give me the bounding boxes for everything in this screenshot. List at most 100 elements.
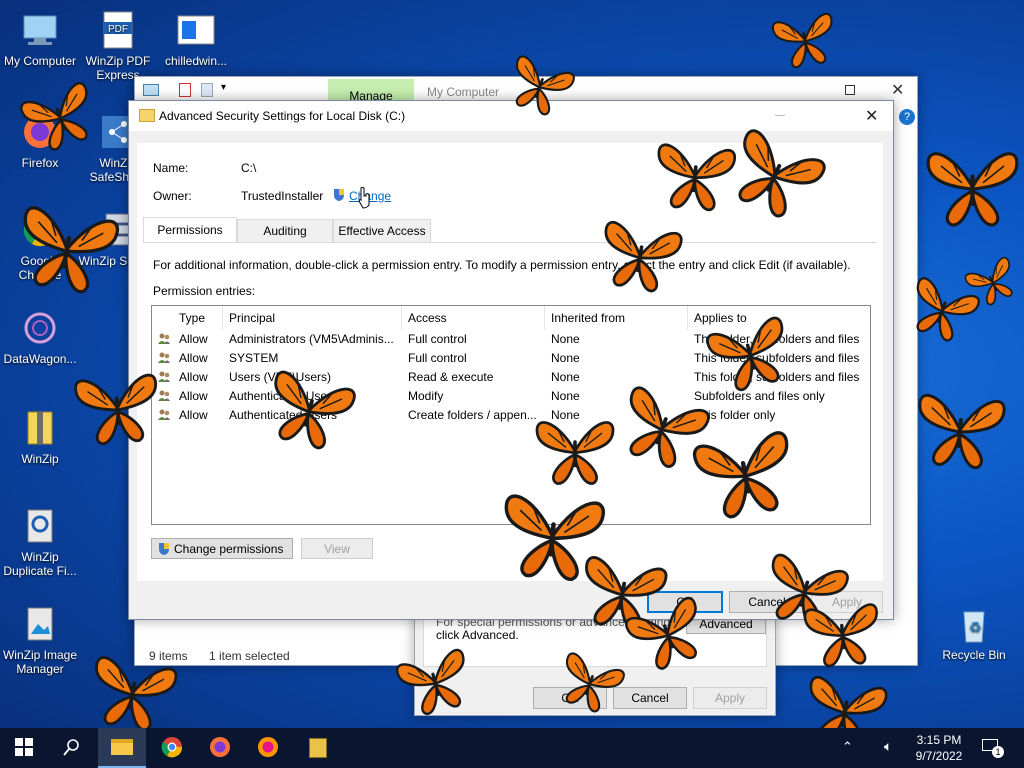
taskbar: ⌃ 🔈︎ 3:15 PM 9/7/2022 1 [0,728,1024,768]
notification-badge: 1 [992,746,1004,758]
new-folder-icon[interactable] [201,83,213,97]
help-icon[interactable]: ? [899,109,915,125]
datawagon-icon [20,308,60,348]
svg-text:PDF: PDF [108,24,128,35]
tab-auditing[interactable]: Auditing [237,219,333,242]
cell-applies: This folder, subfolders and files [694,351,860,365]
info-text: For additional information, double-click… [153,258,851,272]
butterfly-image [920,145,1024,229]
taskbar-chrome[interactable] [148,728,196,768]
chevron-up-icon[interactable]: ⌃ [842,739,853,755]
change-permissions-button[interactable]: Change permissions [151,538,293,559]
search-button[interactable] [48,728,96,768]
desktop-icon-my-computer[interactable]: My Computer [0,10,80,68]
butterfly-image [907,386,1014,474]
clock-time: 3:15 PM [916,733,962,747]
properties-cancel-button[interactable]: Cancel [613,687,687,709]
search-icon [63,738,81,759]
entries-label: Permission entries: [153,284,256,298]
maximize-icon[interactable] [845,85,855,95]
desktop-icon-winzip-image-manager[interactable]: WinZip Image Manager [0,604,80,676]
app-icon [309,738,327,758]
start-button[interactable] [0,728,48,768]
mouse-cursor-icon [357,187,373,212]
table-row[interactable]: Allow Administrators (VM5\Adminis... Full … [152,330,870,349]
users-icon [157,352,171,364]
winzip-icon [20,408,60,448]
cell-inherited: None [551,370,580,384]
taskbar-firefox-2[interactable] [244,728,292,768]
desktop-icon-firefox[interactable]: Firefox [0,112,80,170]
close-icon[interactable]: ✕ [891,80,904,100]
computer-icon [143,84,159,96]
dialog-apply-button[interactable]: Apply [811,591,883,613]
butterfly-image [958,250,1024,313]
uac-shield-icon [158,542,170,556]
window-file-icon [176,10,216,50]
desktop-icon-winzip[interactable]: WinZip [0,408,80,466]
cell-access: Full control [408,332,467,346]
butterfly-image [766,6,845,73]
desktop-icon-google-chrome[interactable]: Google Chrome [0,210,80,282]
desktop-icon-winzip-pdf[interactable]: PDF WinZip PDF Express [78,10,158,82]
desktop-icon-winzip-duplicate[interactable]: WinZip Duplicate Fi... [0,506,80,578]
duplicate-finder-icon [20,506,60,546]
cell-inherited: None [551,408,580,422]
column-header-type[interactable]: Type [179,311,205,325]
users-icon [157,409,171,421]
permission-entries-list[interactable]: Type Principal Access Inherited from App… [151,305,871,525]
desktop-icon-datawagon[interactable]: DataWagon... [0,308,80,366]
desktop-icon-label: chilledwin... [164,54,228,68]
desktop-icon-label: Firefox [21,156,59,170]
dialog-cancel-button[interactable]: Cancel [729,591,805,613]
cell-type: Allow [179,351,208,365]
column-header-inherited[interactable]: Inherited from [551,311,625,325]
notification-button[interactable]: 1 [980,737,1004,759]
desktop-icon-label: WinZip Duplicate Fi... [3,550,77,578]
svg-text:♻: ♻ [969,620,982,636]
cell-applies: Subfolders and files only [694,389,825,403]
status-selected: 1 item selected [209,649,290,663]
pdf-icon: PDF [98,10,138,50]
speaker-icon[interactable]: 🔈︎ [884,738,892,755]
users-icon [157,371,171,383]
table-row[interactable]: Allow Users (VM5\Users) Read & execute None… [152,368,870,387]
cell-principal: Authenticated Users [229,389,338,403]
name-value: C:\ [241,161,257,175]
taskbar-firefox[interactable] [196,728,244,768]
desktop-icon-label: Google Chrome [18,254,62,282]
cell-inherited: None [551,332,580,346]
list-rows: Allow Administrators (VM5\Adminis... Full … [152,330,870,520]
chevron-down-icon[interactable]: ▾ [221,82,226,93]
folder-icon [111,739,133,755]
cell-access: Read & execute [408,370,494,384]
tab-permissions[interactable]: Permissions [143,217,237,242]
table-row[interactable]: Allow SYSTEM Full control None This folder, … [152,349,870,368]
taskbar-app[interactable] [294,728,342,768]
cell-principal: Users (VM5\Users) [229,370,332,384]
desktop-icon-chilledwin[interactable]: chilledwin... [156,10,236,68]
view-button[interactable]: View [301,538,373,559]
table-row[interactable]: Allow Authenticated Users Create folders /… [152,406,870,425]
image-manager-icon [20,604,60,644]
tab-effective-access[interactable]: Effective Access [333,219,431,242]
taskbar-file-explorer[interactable] [98,728,146,768]
firefox-icon [209,736,231,761]
tab-strip: Permissions Auditing Effective Access [143,217,877,243]
table-row[interactable]: Allow Authenticated Users Modify None Subfol… [152,387,870,406]
chrome-icon [20,210,60,250]
properties-icon[interactable] [179,83,191,97]
cell-principal: SYSTEM [229,351,279,365]
properties-apply-button[interactable]: Apply [693,687,767,709]
column-header-principal[interactable]: Principal [229,311,275,325]
close-icon[interactable]: ✕ [865,106,878,126]
column-header-access[interactable]: Access [408,311,447,325]
windows-logo-icon [15,737,33,759]
properties-ok-button[interactable]: OK [533,687,607,709]
minimize-icon[interactable] [775,115,785,116]
users-icon [157,390,171,402]
column-header-applies[interactable]: Applies to [694,311,747,325]
dialog-ok-button[interactable]: OK [647,591,723,613]
clock[interactable]: 3:15 PM 9/7/2022 [908,732,970,764]
desktop-icon-recycle-bin[interactable]: ♻ Recycle Bin [934,604,1014,662]
